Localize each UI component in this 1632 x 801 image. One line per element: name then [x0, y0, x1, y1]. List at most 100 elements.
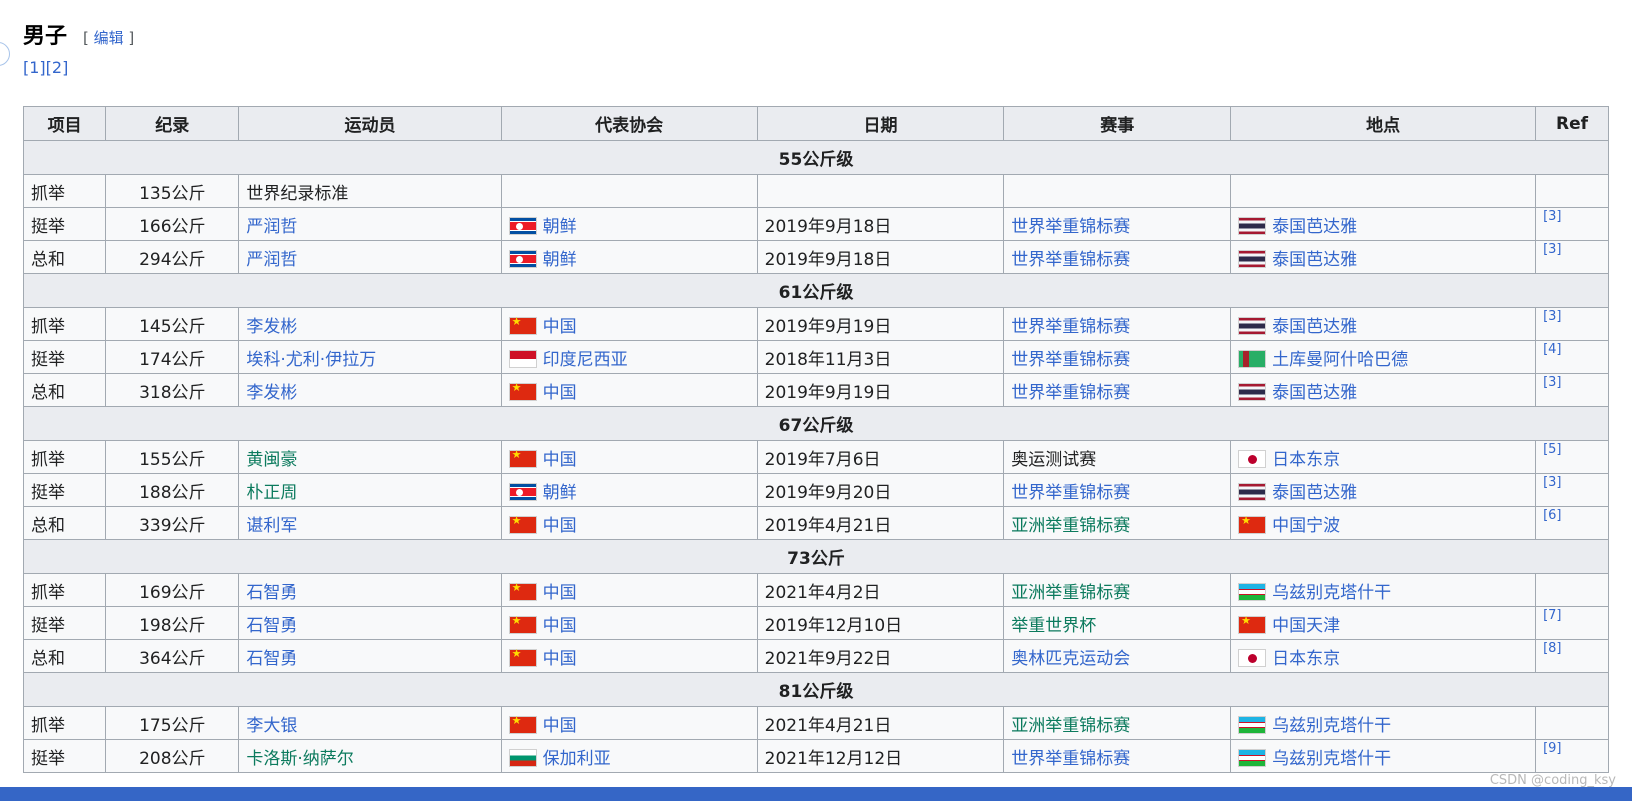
record-cell: 339公斤: [105, 506, 240, 540]
ref-citation-link[interactable]: [8]: [1543, 641, 1561, 656]
nation-cell-link[interactable]: 中国: [543, 516, 577, 536]
place-flag-icon: [1238, 715, 1267, 734]
date-cell-text: 2019年9月20日: [764, 482, 892, 503]
ref-citation-link[interactable]: [3]: [1543, 309, 1561, 324]
place-cell-link[interactable]: 乌兹别克塔什干: [1272, 716, 1391, 736]
athlete-cell-link[interactable]: 谌利军: [246, 516, 297, 536]
col-header-place: 地点: [1230, 106, 1537, 141]
place-cell-link[interactable]: 泰国芭达雅: [1272, 483, 1357, 503]
nation-cell-link[interactable]: 朝鲜: [543, 250, 577, 270]
nation-cell-link[interactable]: 中国: [543, 716, 577, 736]
nation-flag-icon: [508, 349, 537, 368]
competition-cell-link[interactable]: 举重世界杯: [1011, 616, 1096, 636]
athlete-cell-link[interactable]: 石智勇: [246, 616, 297, 636]
ref-citation-link[interactable]: [5]: [1543, 442, 1561, 457]
ref-citation-link[interactable]: [3]: [1543, 375, 1561, 390]
place-cell-link[interactable]: 泰国芭达雅: [1272, 217, 1357, 237]
competition-cell-link[interactable]: 亚洲举重锦标赛: [1011, 516, 1130, 536]
record-cell-text: 294公斤: [139, 249, 206, 270]
record-cell: 169公斤: [105, 573, 240, 607]
competition-cell-link[interactable]: 世界举重锦标赛: [1011, 749, 1130, 769]
competition-cell-link[interactable]: 世界举重锦标赛: [1011, 350, 1130, 370]
nation-cell: 印度尼西亚: [500, 340, 758, 374]
competition-cell-link[interactable]: 世界举重锦标赛: [1011, 317, 1130, 337]
place-cell-link[interactable]: 日本东京: [1272, 450, 1340, 470]
ref-citation-link[interactable]: [6]: [1543, 508, 1561, 523]
nation-cell-link[interactable]: 中国: [543, 450, 577, 470]
place-cell-link[interactable]: 泰国芭达雅: [1272, 317, 1357, 337]
ref-cell: [4]: [1535, 340, 1609, 374]
nation-cell-link[interactable]: 中国: [543, 583, 577, 603]
ref-link-1[interactable]: [1]: [23, 58, 46, 77]
place-cell-link[interactable]: 中国天津: [1272, 616, 1340, 636]
date-cell-text: 2019年9月19日: [764, 316, 892, 337]
place-cell: 中国宁波: [1230, 506, 1537, 540]
nation-cell: 中国: [500, 373, 758, 407]
athlete-cell-link[interactable]: 李发彬: [246, 383, 297, 403]
ref-citation-link[interactable]: [3]: [1543, 209, 1561, 224]
competition-cell-link[interactable]: 亚洲举重锦标赛: [1011, 716, 1130, 736]
record-cell: 294公斤: [105, 240, 240, 274]
nation-cell-link[interactable]: 朝鲜: [543, 483, 577, 503]
place-cell: 乌兹别克塔什干: [1230, 739, 1537, 773]
nation-cell-link[interactable]: 朝鲜: [543, 217, 577, 237]
nation-flag-icon: [508, 482, 537, 501]
nation-flag-icon: [508, 249, 537, 268]
place-cell: [1230, 174, 1537, 208]
place-cell-link[interactable]: 泰国芭达雅: [1272, 383, 1357, 403]
nation-cell-link[interactable]: 印度尼西亚: [543, 350, 628, 370]
ref-citation-link[interactable]: [4]: [1543, 342, 1561, 357]
nation-cell-link[interactable]: 中国: [543, 616, 577, 636]
nation-cell-link[interactable]: 中国: [543, 383, 577, 403]
athlete-cell-link[interactable]: 李发彬: [246, 317, 297, 337]
nation-cell-link[interactable]: 保加利亚: [543, 749, 611, 769]
athlete-cell-link[interactable]: 严润哲: [246, 250, 297, 270]
weight-class-label: 67公斤级: [23, 406, 1609, 441]
ref-link-2[interactable]: [2]: [46, 58, 69, 77]
competition-cell: 世界举重锦标赛: [1003, 340, 1232, 374]
event-cell: 总和: [22, 639, 107, 673]
place-cell: 日本东京: [1230, 440, 1537, 474]
ref-citation-link[interactable]: [3]: [1543, 475, 1561, 490]
competition-cell: 世界举重锦标赛: [1003, 473, 1232, 507]
weight-class-row: 81公斤级: [23, 672, 1609, 707]
record-cell-text: 135公斤: [139, 183, 206, 204]
nation-cell-link[interactable]: 中国: [543, 649, 577, 669]
athlete-cell-link[interactable]: 石智勇: [246, 583, 297, 603]
athlete-cell-link[interactable]: 埃科·尤利·伊拉万: [246, 350, 376, 370]
nation-cell-link[interactable]: 中国: [543, 317, 577, 337]
competition-cell-link[interactable]: 世界举重锦标赛: [1011, 250, 1130, 270]
competition-cell-link[interactable]: 亚洲举重锦标赛: [1011, 583, 1130, 603]
athlete-cell-link[interactable]: 黄闽豪: [246, 450, 297, 470]
athlete-cell-link[interactable]: 严润哲: [246, 217, 297, 237]
record-cell: 188公斤: [105, 473, 240, 507]
competition-cell-link[interactable]: 世界举重锦标赛: [1011, 217, 1130, 237]
place-cell: 乌兹别克塔什干: [1230, 706, 1537, 740]
athlete-cell-link[interactable]: 石智勇: [246, 649, 297, 669]
date-cell-text: 2019年9月18日: [764, 216, 892, 237]
place-flag-icon: [1238, 514, 1267, 534]
place-cell-link[interactable]: 乌兹别克塔什干: [1272, 749, 1391, 769]
weight-class-label: 55公斤级: [23, 140, 1609, 175]
place-cell-link[interactable]: 土库曼阿什哈巴德: [1272, 350, 1408, 370]
table-row: 抓举 145公斤 李发彬 中国 2019年9月19日 世界举重锦标赛 泰国芭达雅 [3]: [22, 307, 1609, 341]
place-flag-icon: [1238, 249, 1267, 268]
athlete-cell: 李发彬: [238, 373, 502, 407]
athlete-cell-link[interactable]: 卡洛斯·纳萨尔: [246, 749, 353, 769]
athlete-cell-link[interactable]: 李大银: [246, 716, 297, 736]
competition-cell-link[interactable]: 世界举重锦标赛: [1011, 383, 1130, 403]
competition-cell-link[interactable]: 世界举重锦标赛: [1011, 483, 1130, 503]
ref-citation-link[interactable]: [3]: [1543, 242, 1561, 257]
ref-citation-link[interactable]: [7]: [1543, 608, 1561, 623]
competition-cell-link[interactable]: 奥林匹克运动会: [1011, 649, 1130, 669]
edit-link[interactable]: 编辑: [94, 29, 124, 47]
table-row: 总和 339公斤 谌利军 中国 2019年4月21日 亚洲举重锦标赛 中国宁波 [6]: [22, 506, 1609, 540]
date-cell: 2019年9月20日: [756, 473, 1005, 507]
place-cell-link[interactable]: 中国宁波: [1272, 516, 1340, 536]
ref-citation-link[interactable]: [9]: [1543, 741, 1561, 756]
place-cell-link[interactable]: 泰国芭达雅: [1272, 250, 1357, 270]
date-cell: 2021年4月2日: [756, 573, 1005, 607]
place-cell-link[interactable]: 乌兹别克塔什干: [1272, 583, 1391, 603]
athlete-cell-link[interactable]: 朴正周: [246, 483, 297, 503]
place-cell-link[interactable]: 日本东京: [1272, 649, 1340, 669]
